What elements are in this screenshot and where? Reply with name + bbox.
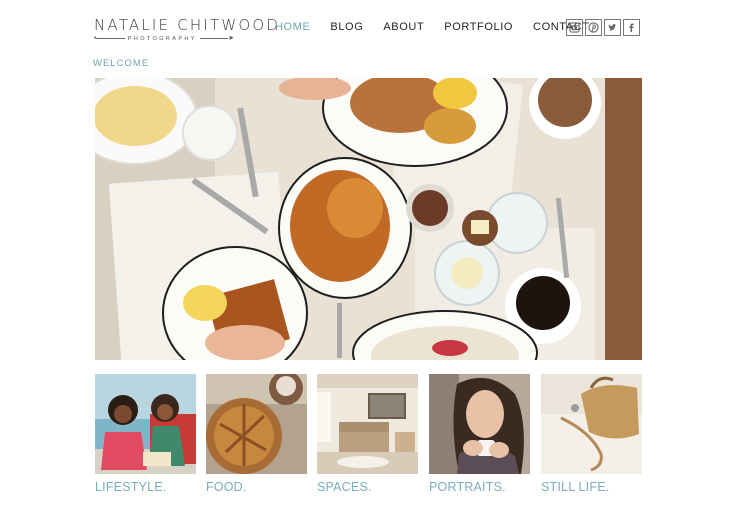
site-logo[interactable]: NATALIE CHITWOOD • PHOTOGRAPHY ➤ xyxy=(94,16,281,42)
brand-tagline-row: • PHOTOGRAPHY ➤ xyxy=(94,35,234,42)
nav-blog[interactable]: BLOG xyxy=(330,21,363,33)
twitter-icon[interactable] xyxy=(604,19,621,36)
still-life-label[interactable]: STILL LIFE. xyxy=(541,480,642,494)
social-links xyxy=(566,19,642,36)
brand-tagline: PHOTOGRAPHY xyxy=(127,35,197,42)
food-label[interactable]: FOOD. xyxy=(206,480,307,494)
category-spaces[interactable]: SPACES. xyxy=(317,374,418,494)
brand-name: NATALIE CHITWOOD xyxy=(94,16,281,34)
welcome-heading: WELCOME xyxy=(93,58,150,69)
lifestyle-thumbnail[interactable] xyxy=(95,374,196,474)
portraits-thumbnail[interactable] xyxy=(429,374,530,474)
nav-portfolio[interactable]: PORTFOLIO xyxy=(444,21,513,33)
lifestyle-label[interactable]: LIFESTYLE. xyxy=(95,480,196,494)
arrow-head-icon: ➤ xyxy=(228,35,235,42)
main-nav: HOME BLOG ABOUT PORTFOLIO CONTACT xyxy=(275,21,610,33)
still-life-thumbnail[interactable] xyxy=(541,374,642,474)
food-thumbnail[interactable] xyxy=(206,374,307,474)
spaces-thumbnail[interactable] xyxy=(317,374,418,474)
category-lifestyle[interactable]: LIFESTYLE. xyxy=(95,374,196,494)
hero-image xyxy=(95,78,642,360)
category-food[interactable]: FOOD. xyxy=(206,374,307,494)
nav-about[interactable]: ABOUT xyxy=(383,21,424,33)
category-portraits[interactable]: PORTRAITS. xyxy=(429,374,530,494)
tagline-rule-left xyxy=(96,38,125,39)
facebook-icon[interactable] xyxy=(623,19,640,36)
tagline-rule-right xyxy=(199,38,229,39)
portraits-label[interactable]: PORTRAITS. xyxy=(429,480,530,494)
category-still-life[interactable]: STILL LIFE. xyxy=(541,374,642,494)
category-grid: LIFESTYLE. FOOD. SPACES. PORTRAITS. STIL… xyxy=(95,374,642,494)
pinterest-icon[interactable] xyxy=(585,19,602,36)
instagram-icon[interactable] xyxy=(566,19,583,36)
nav-home[interactable]: HOME xyxy=(275,21,310,33)
spaces-label[interactable]: SPACES. xyxy=(317,480,418,494)
